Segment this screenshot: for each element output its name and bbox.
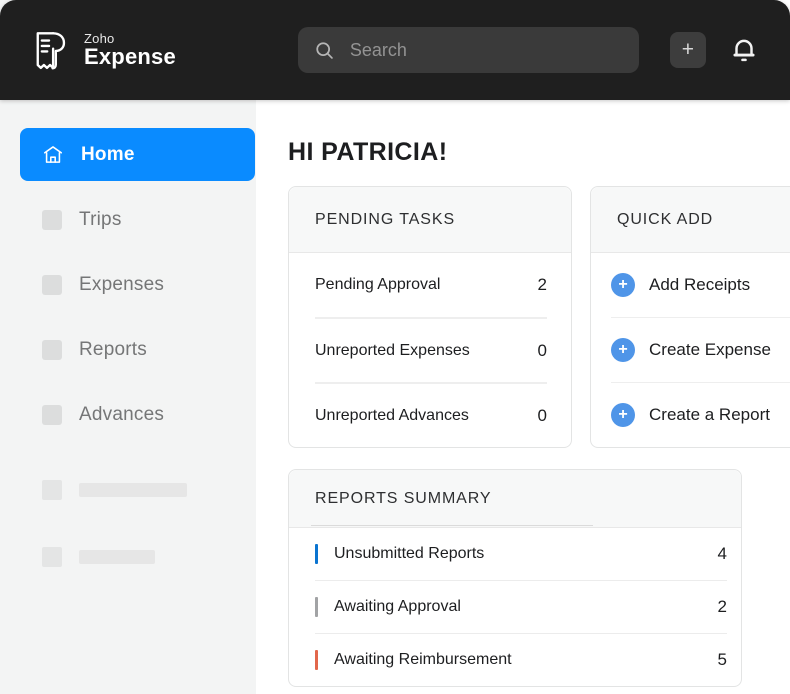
task-label: Pending Approval — [315, 276, 440, 294]
report-summary-row[interactable]: Awaiting Approval 2 — [315, 580, 727, 633]
search-box[interactable] — [298, 27, 639, 73]
quick-add-label: Create Expense — [649, 340, 771, 360]
report-status-label: Awaiting Reimbursement — [334, 651, 512, 669]
task-label: Unreported Expenses — [315, 342, 470, 360]
brand-text: Zoho Expense — [84, 32, 176, 69]
reports-summary-card: REPORTS SUMMARY Unsubmitted Reports 4 — [288, 469, 742, 687]
task-count: 0 — [538, 406, 547, 426]
status-color-bar — [315, 544, 318, 564]
quick-add-list: Add Receipts Create Expense — [591, 253, 790, 447]
pending-task-row[interactable]: Pending Approval 2 — [315, 253, 547, 317]
report-status-count: 4 — [718, 544, 727, 564]
sidebar-item-label: Advances — [79, 404, 164, 426]
plus-icon: + — [682, 38, 694, 61]
pending-task-row[interactable]: Unreported Expenses 0 — [315, 317, 547, 382]
pending-tasks-list: Pending Approval 2 Unreported Expenses 0 — [289, 253, 571, 447]
skeleton-icon — [42, 547, 62, 567]
report-status-label: Unsubmitted Reports — [334, 545, 484, 563]
report-summary-row[interactable]: Awaiting Reimbursement 5 — [315, 633, 727, 686]
placeholder-icon — [42, 210, 62, 230]
plus-circle-icon — [611, 273, 635, 297]
sidebar-nav: Home Trips Expenses Reports Advances — [0, 100, 256, 694]
topbar: Zoho Expense + — [0, 0, 790, 100]
quick-create-button[interactable]: + — [670, 32, 706, 68]
main-content: HI PATRICIA! PENDING TASKS Pending Appro… — [256, 100, 790, 694]
sidebar-item-expenses[interactable]: Expenses — [20, 258, 255, 311]
skeleton-icon — [42, 480, 62, 500]
notifications-button[interactable] — [729, 34, 761, 66]
greeting-heading: HI PATRICIA! — [288, 138, 790, 167]
report-summary-row[interactable]: Unsubmitted Reports 4 — [315, 528, 727, 580]
card-title: QUICK ADD — [617, 211, 713, 229]
sidebar-skeleton-item — [42, 547, 256, 567]
brand-expense: Expense — [84, 45, 176, 68]
quick-add-row[interactable]: Create a Report — [611, 382, 790, 447]
sidebar-item-home[interactable]: Home — [20, 128, 255, 181]
task-count: 0 — [538, 341, 547, 361]
skeleton-bar — [79, 483, 187, 497]
bell-icon — [729, 35, 759, 65]
placeholder-icon — [42, 405, 62, 425]
quick-add-row[interactable]: Create Expense — [611, 317, 790, 382]
reports-summary-header: REPORTS SUMMARY — [289, 470, 741, 528]
card-title: PENDING TASKS — [315, 211, 455, 229]
brand-zoho: Zoho — [84, 32, 176, 46]
cards-row: PENDING TASKS Pending Approval 2 — [288, 186, 790, 448]
skeleton-bar — [79, 550, 155, 564]
sidebar-skeleton-group — [0, 480, 256, 567]
content-row: Home Trips Expenses Reports Advances — [0, 100, 790, 694]
app-window: Zoho Expense + — [0, 0, 790, 694]
zoho-expense-logo[interactable]: Zoho Expense — [26, 27, 176, 74]
quick-add-label: Create a Report — [649, 405, 770, 425]
sidebar-item-reports[interactable]: Reports — [20, 323, 255, 376]
card-title: REPORTS SUMMARY — [315, 490, 492, 508]
sidebar-skeleton-item — [42, 480, 256, 500]
pending-tasks-card: PENDING TASKS Pending Approval 2 — [288, 186, 572, 448]
placeholder-icon — [42, 340, 62, 360]
quick-add-label: Add Receipts — [649, 275, 750, 295]
search-icon — [314, 40, 335, 61]
sidebar-item-label: Home — [81, 144, 135, 166]
report-status-label: Awaiting Approval — [334, 598, 461, 616]
status-color-bar — [315, 650, 318, 670]
sidebar-item-advances[interactable]: Advances — [20, 388, 255, 441]
home-icon — [42, 144, 64, 166]
plus-circle-icon — [611, 403, 635, 427]
receipt-logo-icon — [26, 27, 73, 74]
report-status-count: 2 — [718, 597, 727, 617]
task-label: Unreported Advances — [315, 407, 469, 425]
pending-task-row[interactable]: Unreported Advances 0 — [315, 382, 547, 447]
quick-add-header: QUICK ADD — [591, 187, 790, 253]
sidebar-item-trips[interactable]: Trips — [20, 193, 255, 246]
sidebar-item-label: Reports — [79, 339, 147, 361]
status-color-bar — [315, 597, 318, 617]
quick-add-row[interactable]: Add Receipts — [611, 253, 790, 317]
plus-circle-icon — [611, 338, 635, 362]
report-status-count: 5 — [718, 650, 727, 670]
pending-tasks-header: PENDING TASKS — [289, 187, 571, 253]
sidebar-item-label: Trips — [79, 209, 122, 231]
search-input[interactable] — [350, 40, 623, 61]
sidebar-item-label: Expenses — [79, 274, 164, 296]
task-count: 2 — [538, 275, 547, 295]
placeholder-icon — [42, 275, 62, 295]
quick-add-card: QUICK ADD Add Receipts — [590, 186, 790, 448]
reports-summary-list: Unsubmitted Reports 4 Awaiting Approval … — [289, 528, 741, 686]
